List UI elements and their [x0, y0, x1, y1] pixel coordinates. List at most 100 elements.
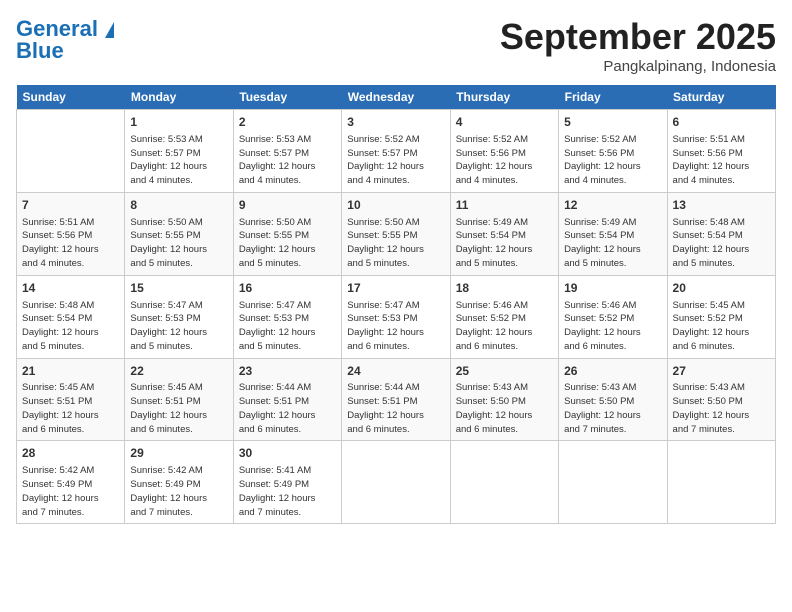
calendar-cell: 19 Sunrise: 5:46 AM Sunset: 5:52 PM Dayli… — [559, 275, 667, 358]
logo-blue: Blue — [16, 38, 64, 64]
calendar-cell: 26Sunrise: 5:43 AM Sunset: 5:50 PM Dayli… — [559, 358, 667, 441]
calendar-cell: 7 Sunrise: 5:51 AM Sunset: 5:56 PM Daylig… — [17, 192, 125, 275]
day-info: Sunrise: 5:45 AM Sunset: 5:51 PM Dayligh… — [130, 381, 227, 436]
day-number: 30 — [239, 445, 336, 462]
day-info: Sunrise: 5:48 AM Sunset: 5:54 PM Dayligh… — [673, 216, 770, 271]
calendar-cell: 27Sunrise: 5:43 AM Sunset: 5:50 PM Dayli… — [667, 358, 775, 441]
calendar-cell — [667, 441, 775, 524]
day-number: 24 — [347, 363, 444, 380]
day-number: 7 — [22, 197, 119, 214]
day-info: Sunrise: 5:52 AM Sunset: 5:56 PM Dayligh… — [564, 133, 661, 188]
day-info: Sunrise: 5:47 AM Sunset: 5:53 PM Dayligh… — [239, 299, 336, 354]
day-number: 8 — [130, 197, 227, 214]
calendar-cell — [342, 441, 450, 524]
day-number: 4 — [456, 114, 553, 131]
day-number: 14 — [22, 280, 119, 297]
calendar-cell: 23Sunrise: 5:44 AM Sunset: 5:51 PM Dayli… — [233, 358, 341, 441]
day-info: Sunrise: 5:53 AM Sunset: 5:57 PM Dayligh… — [130, 133, 227, 188]
calendar-row: 1Sunrise: 5:53 AM Sunset: 5:57 PM Daylig… — [17, 110, 776, 193]
calendar-cell: 8 Sunrise: 5:50 AM Sunset: 5:55 PM Daylig… — [125, 192, 233, 275]
header-day: Monday — [125, 85, 233, 110]
day-number: 2 — [239, 114, 336, 131]
calendar-cell — [559, 441, 667, 524]
header-row: SundayMondayTuesdayWednesdayThursdayFrid… — [17, 85, 776, 110]
calendar-cell: 11Sunrise: 5:49 AM Sunset: 5:54 PM Dayli… — [450, 192, 558, 275]
calendar-row: 7 Sunrise: 5:51 AM Sunset: 5:56 PM Daylig… — [17, 192, 776, 275]
calendar-cell: 29 Sunrise: 5:42 AM Sunset: 5:49 PM Dayli… — [125, 441, 233, 524]
day-info: Sunrise: 5:45 AM Sunset: 5:52 PM Dayligh… — [673, 299, 770, 354]
day-info: Sunrise: 5:42 AM Sunset: 5:49 PM Dayligh… — [130, 464, 227, 519]
header-day: Wednesday — [342, 85, 450, 110]
day-number: 20 — [673, 280, 770, 297]
day-number: 5 — [564, 114, 661, 131]
day-info: Sunrise: 5:52 AM Sunset: 5:57 PM Dayligh… — [347, 133, 444, 188]
day-number: 9 — [239, 197, 336, 214]
calendar-cell: 24Sunrise: 5:44 AM Sunset: 5:51 PM Dayli… — [342, 358, 450, 441]
day-info: Sunrise: 5:43 AM Sunset: 5:50 PM Dayligh… — [456, 381, 553, 436]
day-number: 19 — [564, 280, 661, 297]
calendar-cell: 14 Sunrise: 5:48 AM Sunset: 5:54 PM Dayli… — [17, 275, 125, 358]
day-info: Sunrise: 5:48 AM Sunset: 5:54 PM Dayligh… — [22, 299, 119, 354]
day-info: Sunrise: 5:45 AM Sunset: 5:51 PM Dayligh… — [22, 381, 119, 436]
header-day: Tuesday — [233, 85, 341, 110]
day-info: Sunrise: 5:44 AM Sunset: 5:51 PM Dayligh… — [239, 381, 336, 436]
calendar-cell: 18 Sunrise: 5:46 AM Sunset: 5:52 PM Dayli… — [450, 275, 558, 358]
month-title: September 2025 — [500, 16, 776, 58]
calendar-cell: 22Sunrise: 5:45 AM Sunset: 5:51 PM Dayli… — [125, 358, 233, 441]
day-number: 18 — [456, 280, 553, 297]
day-number: 21 — [22, 363, 119, 380]
day-number: 10 — [347, 197, 444, 214]
calendar-cell: 5 Sunrise: 5:52 AM Sunset: 5:56 PM Daylig… — [559, 110, 667, 193]
title-area: September 2025 Pangkalpinang, Indonesia — [500, 16, 776, 75]
calendar-cell: 6Sunrise: 5:51 AM Sunset: 5:56 PM Daylig… — [667, 110, 775, 193]
day-info: Sunrise: 5:49 AM Sunset: 5:54 PM Dayligh… — [564, 216, 661, 271]
logo: General Blue — [16, 16, 114, 64]
day-number: 17 — [347, 280, 444, 297]
day-info: Sunrise: 5:50 AM Sunset: 5:55 PM Dayligh… — [239, 216, 336, 271]
day-number: 6 — [673, 114, 770, 131]
calendar-cell: 30 Sunrise: 5:41 AM Sunset: 5:49 PM Dayli… — [233, 441, 341, 524]
calendar-cell — [17, 110, 125, 193]
day-info: Sunrise: 5:46 AM Sunset: 5:52 PM Dayligh… — [564, 299, 661, 354]
day-number: 3 — [347, 114, 444, 131]
calendar-cell: 1Sunrise: 5:53 AM Sunset: 5:57 PM Daylig… — [125, 110, 233, 193]
header-day: Thursday — [450, 85, 558, 110]
header-day: Sunday — [17, 85, 125, 110]
location-subtitle: Pangkalpinang, Indonesia — [500, 58, 776, 75]
calendar-cell — [450, 441, 558, 524]
calendar-table: SundayMondayTuesdayWednesdayThursdayFrid… — [16, 85, 776, 524]
calendar-cell: 17 Sunrise: 5:47 AM Sunset: 5:53 PM Dayli… — [342, 275, 450, 358]
day-number: 11 — [456, 197, 553, 214]
calendar-cell: 28Sunrise: 5:42 AM Sunset: 5:49 PM Dayli… — [17, 441, 125, 524]
day-info: Sunrise: 5:50 AM Sunset: 5:55 PM Dayligh… — [347, 216, 444, 271]
day-info: Sunrise: 5:46 AM Sunset: 5:52 PM Dayligh… — [456, 299, 553, 354]
calendar-cell: 3 Sunrise: 5:52 AM Sunset: 5:57 PM Daylig… — [342, 110, 450, 193]
day-number: 15 — [130, 280, 227, 297]
calendar-cell: 20 Sunrise: 5:45 AM Sunset: 5:52 PM Dayli… — [667, 275, 775, 358]
calendar-cell: 25Sunrise: 5:43 AM Sunset: 5:50 PM Dayli… — [450, 358, 558, 441]
day-info: Sunrise: 5:47 AM Sunset: 5:53 PM Dayligh… — [130, 299, 227, 354]
calendar-row: 28Sunrise: 5:42 AM Sunset: 5:49 PM Dayli… — [17, 441, 776, 524]
calendar-cell: 10 Sunrise: 5:50 AM Sunset: 5:55 PM Dayli… — [342, 192, 450, 275]
day-info: Sunrise: 5:52 AM Sunset: 5:56 PM Dayligh… — [456, 133, 553, 188]
day-info: Sunrise: 5:50 AM Sunset: 5:55 PM Dayligh… — [130, 216, 227, 271]
day-info: Sunrise: 5:51 AM Sunset: 5:56 PM Dayligh… — [22, 216, 119, 271]
calendar-cell: 13Sunrise: 5:48 AM Sunset: 5:54 PM Dayli… — [667, 192, 775, 275]
day-number: 29 — [130, 445, 227, 462]
day-info: Sunrise: 5:44 AM Sunset: 5:51 PM Dayligh… — [347, 381, 444, 436]
day-number: 22 — [130, 363, 227, 380]
header-day: Friday — [559, 85, 667, 110]
day-info: Sunrise: 5:41 AM Sunset: 5:49 PM Dayligh… — [239, 464, 336, 519]
day-info: Sunrise: 5:43 AM Sunset: 5:50 PM Dayligh… — [673, 381, 770, 436]
day-number: 12 — [564, 197, 661, 214]
day-info: Sunrise: 5:43 AM Sunset: 5:50 PM Dayligh… — [564, 381, 661, 436]
day-number: 16 — [239, 280, 336, 297]
calendar-cell: 2 Sunrise: 5:53 AM Sunset: 5:57 PM Daylig… — [233, 110, 341, 193]
day-info: Sunrise: 5:42 AM Sunset: 5:49 PM Dayligh… — [22, 464, 119, 519]
page-header: General Blue September 2025 Pangkalpinan… — [16, 16, 776, 75]
day-info: Sunrise: 5:47 AM Sunset: 5:53 PM Dayligh… — [347, 299, 444, 354]
calendar-cell: 9 Sunrise: 5:50 AM Sunset: 5:55 PM Daylig… — [233, 192, 341, 275]
calendar-cell: 21Sunrise: 5:45 AM Sunset: 5:51 PM Dayli… — [17, 358, 125, 441]
day-info: Sunrise: 5:53 AM Sunset: 5:57 PM Dayligh… — [239, 133, 336, 188]
day-number: 23 — [239, 363, 336, 380]
